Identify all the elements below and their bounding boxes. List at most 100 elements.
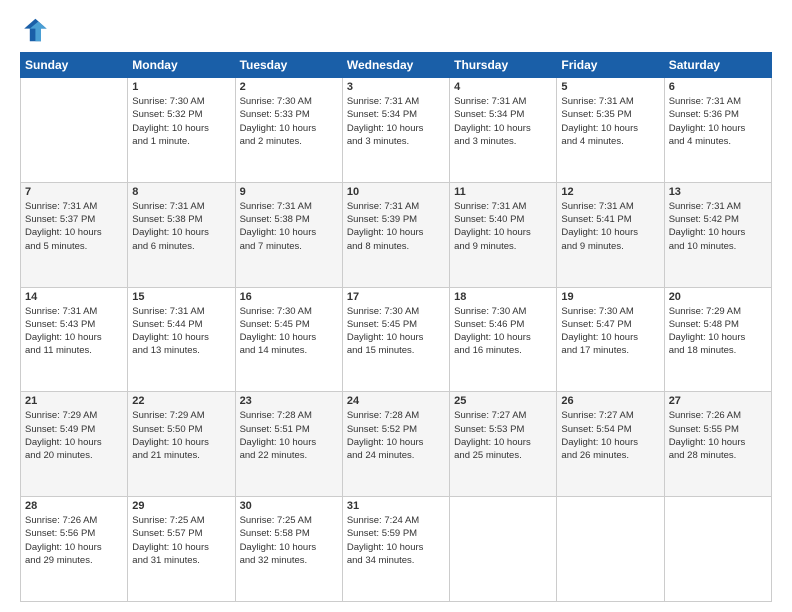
- day-number: 14: [25, 291, 123, 303]
- day-number: 23: [240, 395, 338, 407]
- day-info: Sunrise: 7:27 AMSunset: 5:53 PMDaylight:…: [454, 409, 552, 462]
- column-header-saturday: Saturday: [664, 53, 771, 78]
- day-cell: 7 Sunrise: 7:31 AMSunset: 5:37 PMDaylight…: [21, 182, 128, 287]
- day-number: 17: [347, 291, 445, 303]
- day-info: Sunrise: 7:28 AMSunset: 5:52 PMDaylight:…: [347, 409, 445, 462]
- day-number: 1: [132, 81, 230, 93]
- day-cell: 10 Sunrise: 7:31 AMSunset: 5:39 PMDayligh…: [342, 182, 449, 287]
- day-info: Sunrise: 7:25 AMSunset: 5:58 PMDaylight:…: [240, 514, 338, 567]
- header: [20, 16, 772, 44]
- day-info: Sunrise: 7:30 AMSunset: 5:47 PMDaylight:…: [561, 305, 659, 358]
- day-number: 18: [454, 291, 552, 303]
- day-info: Sunrise: 7:29 AMSunset: 5:48 PMDaylight:…: [669, 305, 767, 358]
- day-number: 11: [454, 186, 552, 198]
- column-header-friday: Friday: [557, 53, 664, 78]
- day-number: 12: [561, 186, 659, 198]
- day-info: Sunrise: 7:31 AMSunset: 5:44 PMDaylight:…: [132, 305, 230, 358]
- day-info: Sunrise: 7:24 AMSunset: 5:59 PMDaylight:…: [347, 514, 445, 567]
- logo: [20, 16, 52, 44]
- day-info: Sunrise: 7:31 AMSunset: 5:38 PMDaylight:…: [132, 200, 230, 253]
- day-cell: 18 Sunrise: 7:30 AMSunset: 5:46 PMDayligh…: [450, 287, 557, 392]
- day-number: 8: [132, 186, 230, 198]
- day-cell: 26 Sunrise: 7:27 AMSunset: 5:54 PMDayligh…: [557, 392, 664, 497]
- column-header-tuesday: Tuesday: [235, 53, 342, 78]
- calendar-table: SundayMondayTuesdayWednesdayThursdayFrid…: [20, 52, 772, 602]
- day-cell: 25 Sunrise: 7:27 AMSunset: 5:53 PMDayligh…: [450, 392, 557, 497]
- week-row-4: 21 Sunrise: 7:29 AMSunset: 5:49 PMDayligh…: [21, 392, 772, 497]
- day-info: Sunrise: 7:31 AMSunset: 5:36 PMDaylight:…: [669, 95, 767, 148]
- day-number: 5: [561, 81, 659, 93]
- day-info: Sunrise: 7:31 AMSunset: 5:37 PMDaylight:…: [25, 200, 123, 253]
- day-info: Sunrise: 7:27 AMSunset: 5:54 PMDaylight:…: [561, 409, 659, 462]
- day-cell: 19 Sunrise: 7:30 AMSunset: 5:47 PMDayligh…: [557, 287, 664, 392]
- day-info: Sunrise: 7:31 AMSunset: 5:39 PMDaylight:…: [347, 200, 445, 253]
- day-cell: 27 Sunrise: 7:26 AMSunset: 5:55 PMDayligh…: [664, 392, 771, 497]
- day-info: Sunrise: 7:30 AMSunset: 5:33 PMDaylight:…: [240, 95, 338, 148]
- page: SundayMondayTuesdayWednesdayThursdayFrid…: [0, 0, 792, 612]
- day-number: 6: [669, 81, 767, 93]
- day-cell: 13 Sunrise: 7:31 AMSunset: 5:42 PMDayligh…: [664, 182, 771, 287]
- logo-icon: [20, 16, 48, 44]
- day-number: 26: [561, 395, 659, 407]
- day-number: 4: [454, 81, 552, 93]
- day-cell: [557, 497, 664, 602]
- day-cell: 5Sunrise: 7:31 AMSunset: 5:35 PMDaylight…: [557, 78, 664, 183]
- day-cell: 11 Sunrise: 7:31 AMSunset: 5:40 PMDayligh…: [450, 182, 557, 287]
- day-cell: 17Sunrise: 7:30 AMSunset: 5:45 PMDayligh…: [342, 287, 449, 392]
- day-info: Sunrise: 7:31 AMSunset: 5:38 PMDaylight:…: [240, 200, 338, 253]
- day-cell: 9Sunrise: 7:31 AMSunset: 5:38 PMDaylight…: [235, 182, 342, 287]
- day-cell: 1 Sunrise: 7:30 AMSunset: 5:32 PMDaylight…: [128, 78, 235, 183]
- day-number: 21: [25, 395, 123, 407]
- day-cell: 15Sunrise: 7:31 AMSunset: 5:44 PMDayligh…: [128, 287, 235, 392]
- day-info: Sunrise: 7:29 AMSunset: 5:50 PMDaylight:…: [132, 409, 230, 462]
- day-info: Sunrise: 7:26 AMSunset: 5:55 PMDaylight:…: [669, 409, 767, 462]
- day-number: 19: [561, 291, 659, 303]
- day-cell: 31 Sunrise: 7:24 AMSunset: 5:59 PMDayligh…: [342, 497, 449, 602]
- column-header-wednesday: Wednesday: [342, 53, 449, 78]
- day-info: Sunrise: 7:30 AMSunset: 5:45 PMDaylight:…: [240, 305, 338, 358]
- day-info: Sunrise: 7:31 AMSunset: 5:42 PMDaylight:…: [669, 200, 767, 253]
- day-cell: 30 Sunrise: 7:25 AMSunset: 5:58 PMDayligh…: [235, 497, 342, 602]
- day-number: 27: [669, 395, 767, 407]
- day-cell: 23Sunrise: 7:28 AMSunset: 5:51 PMDayligh…: [235, 392, 342, 497]
- day-number: 3: [347, 81, 445, 93]
- day-info: Sunrise: 7:26 AMSunset: 5:56 PMDaylight:…: [25, 514, 123, 567]
- day-info: Sunrise: 7:31 AMSunset: 5:40 PMDaylight:…: [454, 200, 552, 253]
- day-number: 10: [347, 186, 445, 198]
- day-cell: [664, 497, 771, 602]
- day-number: 28: [25, 500, 123, 512]
- day-cell: 22 Sunrise: 7:29 AMSunset: 5:50 PMDayligh…: [128, 392, 235, 497]
- day-cell: 8 Sunrise: 7:31 AMSunset: 5:38 PMDaylight…: [128, 182, 235, 287]
- day-cell: 6 Sunrise: 7:31 AMSunset: 5:36 PMDaylight…: [664, 78, 771, 183]
- day-info: Sunrise: 7:25 AMSunset: 5:57 PMDaylight:…: [132, 514, 230, 567]
- day-cell: [450, 497, 557, 602]
- week-row-5: 28 Sunrise: 7:26 AMSunset: 5:56 PMDayligh…: [21, 497, 772, 602]
- day-cell: 21 Sunrise: 7:29 AMSunset: 5:49 PMDayligh…: [21, 392, 128, 497]
- day-info: Sunrise: 7:30 AMSunset: 5:32 PMDaylight:…: [132, 95, 230, 148]
- day-number: 30: [240, 500, 338, 512]
- day-number: 2: [240, 81, 338, 93]
- day-cell: 28 Sunrise: 7:26 AMSunset: 5:56 PMDayligh…: [21, 497, 128, 602]
- day-cell: 20Sunrise: 7:29 AMSunset: 5:48 PMDayligh…: [664, 287, 771, 392]
- day-number: 22: [132, 395, 230, 407]
- column-header-monday: Monday: [128, 53, 235, 78]
- day-info: Sunrise: 7:30 AMSunset: 5:46 PMDaylight:…: [454, 305, 552, 358]
- day-number: 25: [454, 395, 552, 407]
- day-info: Sunrise: 7:31 AMSunset: 5:41 PMDaylight:…: [561, 200, 659, 253]
- day-cell: 2 Sunrise: 7:30 AMSunset: 5:33 PMDaylight…: [235, 78, 342, 183]
- day-number: 7: [25, 186, 123, 198]
- week-row-3: 14Sunrise: 7:31 AMSunset: 5:43 PMDayligh…: [21, 287, 772, 392]
- day-cell: 16Sunrise: 7:30 AMSunset: 5:45 PMDayligh…: [235, 287, 342, 392]
- day-info: Sunrise: 7:29 AMSunset: 5:49 PMDaylight:…: [25, 409, 123, 462]
- header-row: SundayMondayTuesdayWednesdayThursdayFrid…: [21, 53, 772, 78]
- day-info: Sunrise: 7:31 AMSunset: 5:34 PMDaylight:…: [347, 95, 445, 148]
- day-info: Sunrise: 7:31 AMSunset: 5:34 PMDaylight:…: [454, 95, 552, 148]
- day-cell: 12 Sunrise: 7:31 AMSunset: 5:41 PMDayligh…: [557, 182, 664, 287]
- day-number: 24: [347, 395, 445, 407]
- day-cell: 3 Sunrise: 7:31 AMSunset: 5:34 PMDaylight…: [342, 78, 449, 183]
- day-number: 31: [347, 500, 445, 512]
- week-row-1: 1 Sunrise: 7:30 AMSunset: 5:32 PMDaylight…: [21, 78, 772, 183]
- day-number: 13: [669, 186, 767, 198]
- day-cell: 29Sunrise: 7:25 AMSunset: 5:57 PMDayligh…: [128, 497, 235, 602]
- day-cell: 4 Sunrise: 7:31 AMSunset: 5:34 PMDaylight…: [450, 78, 557, 183]
